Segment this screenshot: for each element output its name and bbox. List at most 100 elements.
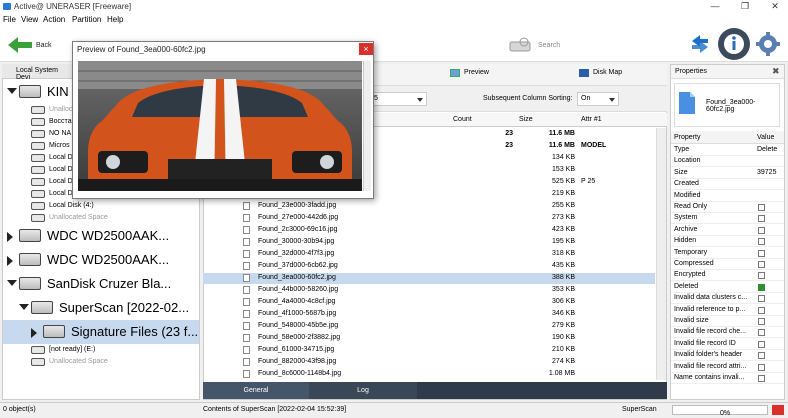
subsequent-sorting-label: Subsequent Column Sorting: [483,95,573,102]
back-button[interactable]: Back [8,34,52,56]
property-row: Location [671,156,784,168]
menu-file[interactable]: File [3,15,16,24]
file-row[interactable]: Found_4a4000-4c8cf.jpg 306 KB [203,297,655,308]
file-size: 255 KB [552,202,575,209]
disk-icon [19,85,41,98]
tree-item[interactable]: SuperScan [2022-02... [3,296,199,320]
file-row[interactable]: Found_44b000-58260.jpg 353 KB [203,285,655,296]
file-row[interactable]: Found_32d000-4f7f3.jpg 318 KB [203,249,655,260]
menu-partition[interactable]: Partition [72,15,101,24]
file-row[interactable]: Found_27e000-442d6.jpg 273 KB [203,213,655,224]
property-name: System [674,214,698,222]
property-row: Type Delete [671,145,784,156]
property-checkbox [758,204,765,211]
file-row[interactable]: Found_8c6000-1148b4.jpg 1.08 MB [203,369,655,380]
preview-scrollbar[interactable] [363,61,371,191]
tab-log[interactable]: Log [309,382,417,399]
tree-item[interactable]: WDC WD2500AAK... [3,248,199,272]
tree-item-label: Signature Files (23 f... [71,324,199,339]
tree-item[interactable]: Unallocated Space [3,212,199,224]
jpg-file-icon [243,370,250,378]
close-window-button[interactable]: ✕ [767,1,783,12]
column-size[interactable]: Size [519,116,533,123]
column-attr1[interactable]: Attr #1 [581,116,602,123]
file-list-scrollbar[interactable] [656,128,666,380]
tree-item[interactable]: [not ready] (E:) [3,344,199,356]
expand-arrow-right-icon[interactable] [7,232,13,242]
property-name: Invalid reference to p... [674,305,746,313]
property-checkbox [758,215,765,223]
file-row[interactable]: Found_30000-30b94.jpg 195 KB [203,237,655,248]
menu-action[interactable]: Action [43,15,65,24]
file-row[interactable]: Found_882000-43f98.jpg 274 KB [203,357,655,368]
local-system-devices-tab[interactable]: Local System Devi [2,64,72,81]
stop-scan-button[interactable] [772,405,784,415]
status-bar: 0 object(s) Contents of SuperScan [2022-… [0,402,788,417]
property-row: System [671,213,784,225]
file-row[interactable]: Found_61000-34715.jpg 210 KB [203,345,655,356]
expand-arrow-right-icon[interactable] [31,328,37,338]
expand-arrow-down-icon[interactable] [7,280,17,286]
property-row: Invalid reference to p... [671,305,784,316]
sync-arrows-icon[interactable] [688,32,712,56]
tree-item[interactable]: Local Disk (4:) [3,200,199,212]
property-name: Invalid folder's header [674,351,743,359]
column-count[interactable]: Count [453,116,472,123]
expand-arrow-down-icon[interactable] [7,88,17,94]
tree-item-label: WDC WD2500AAK... [47,252,170,267]
file-name: Found_4f1000-5687b.jpg [258,310,337,317]
file-row[interactable]: Found_2c3000-69c16.jpg 423 KB [203,225,655,236]
column-property: Property [674,134,701,141]
disk-map-button[interactable]: Disk Map [579,69,622,77]
property-checkbox [758,283,765,291]
menu-view[interactable]: View [21,15,38,24]
search-icon [509,37,531,52]
tab-general[interactable]: General [203,382,309,399]
maximize-button[interactable]: ❐ [737,1,753,12]
info-button[interactable] [718,28,750,60]
first-sort-select[interactable]: 5 [371,92,427,106]
property-name: Location [674,157,701,165]
file-row[interactable]: Found_548000-45b5e.jpg 279 KB [203,321,655,332]
file-name: Found_37d000-6cb62.jpg [258,262,338,269]
property-checkbox [758,238,765,246]
file-row[interactable]: Found_23e000-3fadd.jpg 255 KB [203,201,655,212]
file-row[interactable]: Found_3ea000-60fc2.jpg 388 KB [203,273,655,284]
property-checkbox [758,363,765,371]
file-size: 153 KB [552,166,575,173]
disk-map-icon [579,69,589,77]
properties-rows: Type Delete Location Size 39725 Created Modifi… [671,145,784,399]
property-checkbox [758,375,765,382]
jpg-file-icon [243,274,250,282]
disk-icon [31,214,45,222]
chevron-down-icon [609,98,615,102]
properties-grid-header: Property Value [671,131,784,144]
close-preview-button[interactable]: × [359,43,373,55]
subsequent-sorting-select[interactable]: On [577,92,619,106]
file-name: Found_3ea000-60fc2.jpg [258,274,336,281]
file-size: 388 KB [552,274,575,281]
expand-arrow-right-icon[interactable] [7,256,13,266]
file-row[interactable]: Found_58e000-2f3882.jpg 190 KB [203,333,655,344]
preview-window[interactable]: Preview of Found_3ea000-60fc2.jpg × [72,41,374,199]
car-preview-image [78,61,362,191]
file-row[interactable]: Found_4f1000-5687b.jpg 346 KB [203,309,655,320]
menu-help[interactable]: Help [107,15,123,24]
file-row[interactable]: Found_37d000-6cb62.jpg 435 KB [203,261,655,272]
close-properties-icon[interactable]: ✖ [772,66,780,77]
expand-arrow-down-icon[interactable] [19,304,29,310]
tree-item[interactable]: Signature Files (23 f... [3,320,199,344]
property-name: Read Only [674,203,708,210]
file-name: Found_27e000-442d6.jpg [258,214,339,221]
search-button[interactable]: Search [508,34,560,56]
settings-gear-icon[interactable] [756,32,780,56]
tree-item[interactable]: Unallocated Space [3,356,199,368]
jpg-file-icon [243,226,250,234]
tree-item[interactable]: WDC WD2500AAK... [3,224,199,248]
property-row: Name contains invali... [671,373,784,384]
minimize-button[interactable]: — [707,1,723,12]
file-size: 423 KB [552,226,575,233]
property-checkbox [758,318,765,325]
tree-item[interactable]: SanDisk Cruzer Bla... [3,272,199,296]
preview-button[interactable]: Preview [450,69,489,77]
